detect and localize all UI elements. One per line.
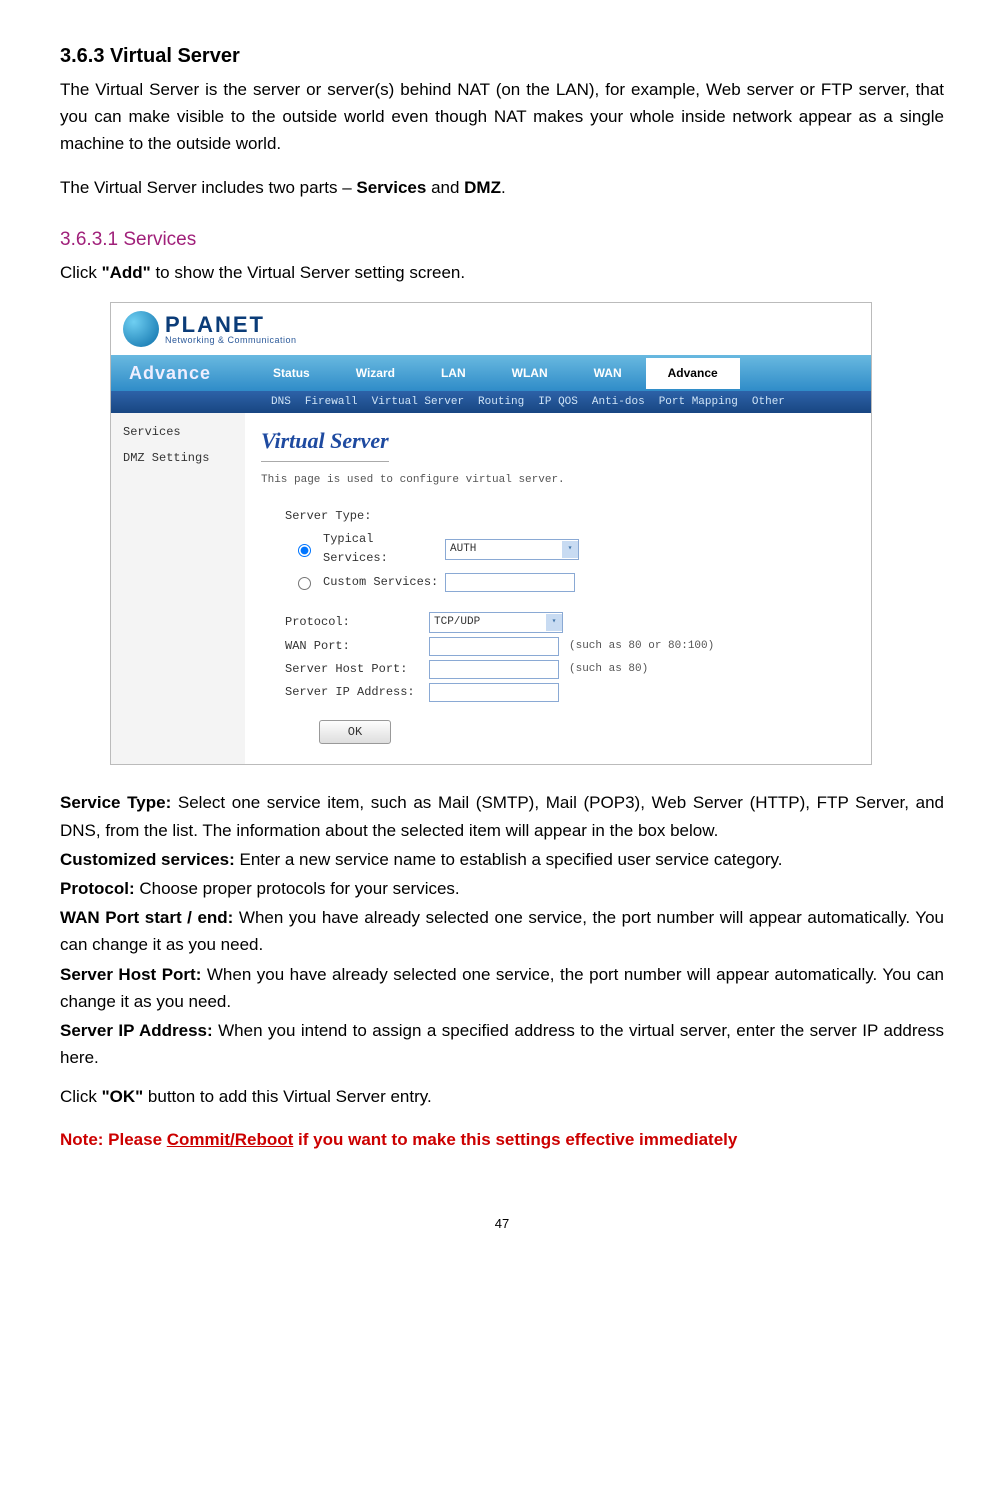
definitions: Service Type: Select one service item, s… bbox=[60, 789, 944, 1071]
input-wan-port[interactable] bbox=[429, 637, 559, 656]
def-label: Service Type: bbox=[60, 793, 178, 812]
tab-wan[interactable]: WAN bbox=[572, 358, 644, 389]
subtab-firewall[interactable]: Firewall bbox=[305, 394, 358, 412]
note-post: if you want to make this settings effect… bbox=[293, 1130, 737, 1149]
panel-description: This page is used to configure virtual s… bbox=[261, 472, 855, 490]
input-server-ip[interactable] bbox=[429, 683, 559, 702]
subtab-port-mapping[interactable]: Port Mapping bbox=[659, 394, 738, 412]
label-protocol: Protocol: bbox=[285, 613, 425, 632]
planet-logo-icon bbox=[123, 311, 159, 347]
def-label: Protocol: bbox=[60, 879, 139, 898]
embedded-screenshot: PLANET Networking & Communication Advanc… bbox=[110, 302, 872, 765]
panel-title: Virtual Server bbox=[261, 423, 389, 461]
label-server-ip: Server IP Address: bbox=[285, 683, 425, 702]
tab-wizard[interactable]: Wizard bbox=[334, 358, 417, 389]
hint-host-port: (such as 80) bbox=[569, 661, 648, 679]
main-panel: Virtual Server This page is used to conf… bbox=[245, 413, 871, 764]
paragraph: The Virtual Server is the server or serv… bbox=[60, 76, 944, 158]
text: Click bbox=[60, 263, 102, 282]
select-typical-value: AUTH bbox=[450, 541, 476, 559]
radio-custom-services[interactable] bbox=[298, 577, 311, 590]
bold-text: "Add" bbox=[102, 263, 151, 282]
tab-advance[interactable]: Advance bbox=[646, 358, 740, 389]
label-host-port: Server Host Port: bbox=[285, 660, 425, 679]
subsection-title: 3.6.3.1 Services bbox=[60, 225, 944, 255]
primary-nav: Advance Status Wizard LAN WLAN WAN Advan… bbox=[111, 355, 871, 391]
label-server-type: Server Type: bbox=[285, 507, 371, 526]
label-typical-services: Typical Services: bbox=[323, 530, 441, 568]
text: . bbox=[501, 178, 506, 197]
select-protocol-value: TCP/UDP bbox=[434, 614, 480, 632]
note-warning: Note: Please Commit/Reboot if you want t… bbox=[60, 1126, 944, 1153]
input-host-port[interactable] bbox=[429, 660, 559, 679]
def-text: Choose proper protocols for your service… bbox=[139, 879, 459, 898]
bold-text: Services bbox=[356, 178, 426, 197]
chevron-down-icon: ▾ bbox=[562, 541, 578, 558]
paragraph: Click "OK" button to add this Virtual Se… bbox=[60, 1083, 944, 1110]
sidebar-item-dmz[interactable]: DMZ Settings bbox=[123, 449, 233, 468]
secondary-nav: DNS Firewall Virtual Server Routing IP Q… bbox=[111, 391, 871, 413]
tab-wlan[interactable]: WLAN bbox=[490, 358, 570, 389]
text: and bbox=[426, 178, 464, 197]
section-title: 3.6.3 Virtual Server bbox=[60, 40, 944, 72]
text: Click bbox=[60, 1087, 102, 1106]
select-typical-services[interactable]: AUTH ▾ bbox=[445, 539, 579, 560]
subtab-antidos[interactable]: Anti-dos bbox=[592, 394, 645, 412]
shot-body: Services DMZ Settings Virtual Server Thi… bbox=[111, 413, 871, 764]
brand-logo: PLANET Networking & Communication bbox=[123, 311, 859, 347]
subtab-other[interactable]: Other bbox=[752, 394, 785, 412]
radio-typical-services[interactable] bbox=[298, 544, 311, 557]
subtab-routing[interactable]: Routing bbox=[478, 394, 524, 412]
paragraph: Click "Add" to show the Virtual Server s… bbox=[60, 259, 944, 286]
nav-section-label: Advance bbox=[129, 359, 211, 388]
subtab-ipqos[interactable]: IP QOS bbox=[538, 394, 578, 412]
tab-lan[interactable]: LAN bbox=[419, 358, 488, 389]
note-pre: Note: Please bbox=[60, 1130, 167, 1149]
paragraph: The Virtual Server includes two parts – … bbox=[60, 174, 944, 201]
note-underline: Commit/Reboot bbox=[167, 1130, 294, 1149]
bold-text: DMZ bbox=[464, 178, 501, 197]
shot-header: PLANET Networking & Communication bbox=[111, 303, 871, 355]
label-custom-services: Custom Services: bbox=[323, 573, 441, 592]
text: The Virtual Server includes two parts – bbox=[60, 178, 356, 197]
def-label: Customized services: bbox=[60, 850, 240, 869]
chevron-down-icon: ▾ bbox=[546, 614, 562, 631]
brand-name: PLANET bbox=[165, 314, 297, 336]
def-label: WAN Port start / end: bbox=[60, 908, 239, 927]
hint-wan-port: (such as 80 or 80:100) bbox=[569, 638, 714, 656]
bold-text: "OK" bbox=[102, 1087, 144, 1106]
text: to show the Virtual Server setting scree… bbox=[151, 263, 465, 282]
def-text: Select one service item, such as Mail (S… bbox=[60, 793, 944, 839]
def-label: Server Host Port: bbox=[60, 965, 207, 984]
label-wan-port: WAN Port: bbox=[285, 637, 425, 656]
ok-button[interactable]: OK bbox=[319, 720, 391, 744]
brand-text: PLANET Networking & Communication bbox=[165, 314, 297, 345]
def-text: Enter a new service name to establish a … bbox=[240, 850, 783, 869]
brand-tagline: Networking & Communication bbox=[165, 336, 297, 345]
text: button to add this Virtual Server entry. bbox=[143, 1087, 432, 1106]
subtab-dns[interactable]: DNS bbox=[271, 394, 291, 412]
page-number: 47 bbox=[60, 1214, 944, 1235]
def-label: Server IP Address: bbox=[60, 1021, 218, 1040]
sidebar-item-services[interactable]: Services bbox=[123, 423, 233, 442]
subtab-virtual-server[interactable]: Virtual Server bbox=[372, 394, 464, 412]
tab-status[interactable]: Status bbox=[251, 358, 332, 389]
select-protocol[interactable]: TCP/UDP ▾ bbox=[429, 612, 563, 633]
tab-bar: Status Wizard LAN WLAN WAN Advance bbox=[251, 358, 740, 389]
form: Server Type: Typical Services: AUTH ▾ Cu… bbox=[285, 507, 855, 744]
input-custom-services[interactable] bbox=[445, 573, 575, 592]
sidebar: Services DMZ Settings bbox=[111, 413, 245, 764]
